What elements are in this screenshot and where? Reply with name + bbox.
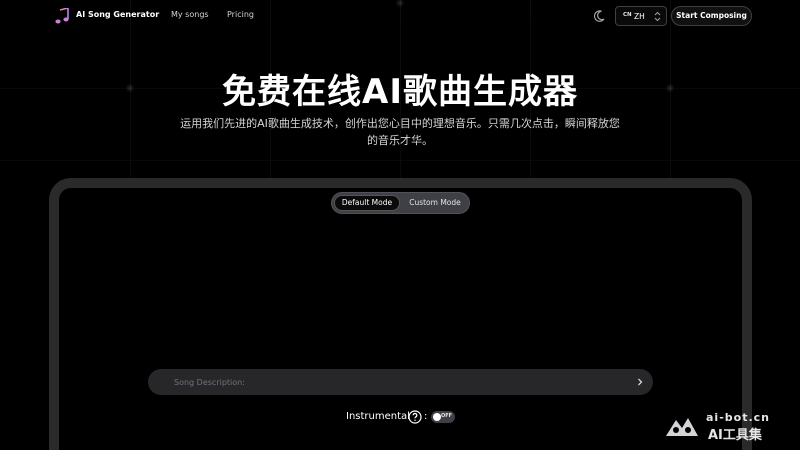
moon-icon[interactable] [591, 8, 607, 24]
toggle-state: OFF [441, 413, 453, 419]
instrumental-toggle[interactable]: OFF [431, 411, 455, 423]
chevron-right-icon[interactable] [635, 377, 645, 387]
start-composing-button[interactable]: Start Composing [671, 6, 752, 26]
watermark-logo-icon [666, 418, 698, 436]
colon-separator: : [424, 411, 428, 422]
song-description-input[interactable] [174, 369, 614, 395]
watermark-name: AI工具集 [708, 428, 762, 443]
mode-switch: Default Mode Custom Mode [331, 192, 470, 214]
generator-panel [49, 178, 752, 450]
page-title: 免费在线AI歌曲生成器 [222, 72, 578, 112]
tab-default-mode[interactable]: Default Mode [334, 195, 400, 211]
brand-name[interactable]: AI Song Generator [76, 10, 159, 19]
watermark: ai-bot.cn AI工具集 [662, 408, 792, 443]
music-note-logo-icon[interactable] [55, 8, 69, 24]
song-description-bar [148, 369, 653, 395]
instrumental-label: Instrumental [346, 411, 410, 422]
nav-link-my-songs[interactable]: My songs [171, 10, 209, 19]
chevron-up-down-icon [654, 11, 661, 22]
language-select[interactable]: CN ZH [615, 6, 667, 26]
tab-custom-mode[interactable]: Custom Mode [403, 195, 467, 211]
watermark-url: ai-bot.cn [706, 411, 770, 424]
toggle-knob [433, 413, 441, 421]
top-nav: AI Song Generator My songs Pricing CN ZH… [0, 0, 800, 32]
flag-label: CN [623, 12, 632, 18]
question-circle-icon[interactable] [408, 410, 422, 424]
nav-link-pricing[interactable]: Pricing [227, 10, 254, 19]
language-value: ZH [634, 12, 645, 21]
page-subtitle: 运用我们先进的AI歌曲生成技术，创作出您心目中的理想音乐。只需几次点击，瞬间释放… [180, 117, 620, 147]
